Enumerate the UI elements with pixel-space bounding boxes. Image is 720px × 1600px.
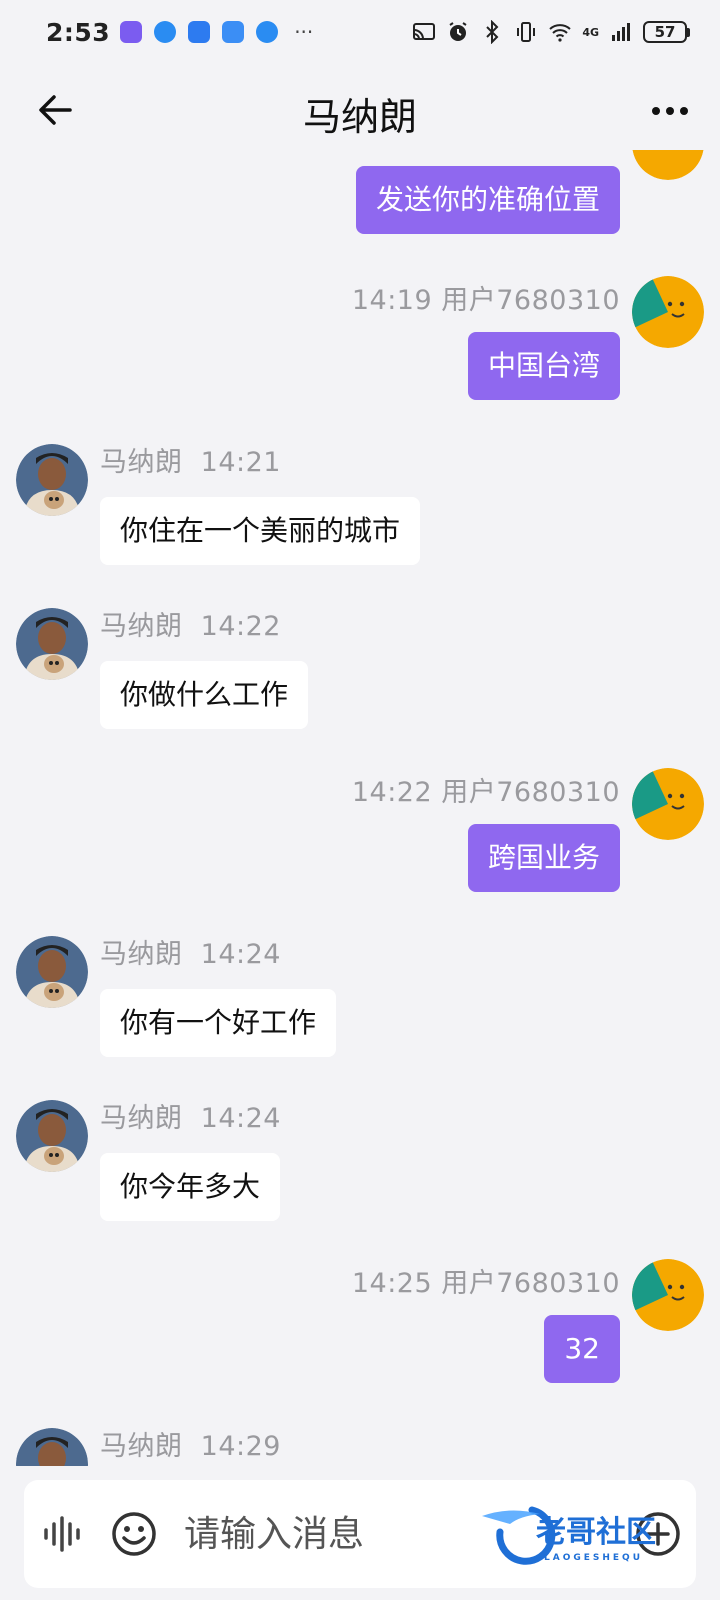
message-bubble[interactable]: 跨国业务 <box>467 824 620 892</box>
message-bubble[interactable]: 你做什么工作 <box>100 661 309 729</box>
message-bubble[interactable]: 你有一个好工作 <box>100 989 337 1057</box>
watermark-title: 老哥社区 <box>536 1515 656 1550</box>
message-time: 14:24 <box>200 939 281 970</box>
battery-level: 57 <box>643 21 687 43</box>
message-sender: 用户7680310 <box>441 285 620 316</box>
notification-icons: ··· <box>120 20 313 44</box>
alarm-icon <box>449 22 467 41</box>
message-meta: 马纳朗 14:22 <box>100 604 281 643</box>
watermark-logo: 老哥社区 LAOGESHEQU <box>482 1506 656 1565</box>
wifi-icon <box>549 24 571 42</box>
message-meta: 马纳朗 14:24 <box>100 1096 281 1135</box>
vibrate-icon <box>517 22 536 42</box>
video-notification-icon <box>188 21 211 43</box>
my-avatar[interactable] <box>632 1259 704 1331</box>
message-time: 14:22 <box>351 777 433 808</box>
signal-icon <box>612 23 630 41</box>
message-sender: 马纳朗 <box>100 611 183 642</box>
browser-notification-icon <box>154 21 177 43</box>
message-time: 14:21 <box>200 447 281 478</box>
contact-avatar[interactable] <box>16 1100 88 1172</box>
my-avatar[interactable] <box>632 150 704 180</box>
app-notification-icon <box>120 21 143 43</box>
my-avatar[interactable] <box>632 276 704 348</box>
message-sender: 马纳朗 <box>100 1103 183 1134</box>
bluetooth-icon <box>486 20 499 44</box>
status-time: 2:53 <box>46 17 111 47</box>
watermark-subtitle: LAOGESHEQU <box>544 1553 643 1563</box>
message-sender: 用户7680310 <box>441 777 620 808</box>
system-icons: 4G 57 <box>412 20 690 44</box>
message-meta: 14:25 用户7680310 <box>352 1261 620 1300</box>
browser-notification-icon <box>256 21 279 43</box>
my-avatar[interactable] <box>632 768 704 840</box>
battery-indicator: 57 <box>643 21 690 43</box>
message-time: 14:25 <box>351 1268 433 1299</box>
message-sender: 马纳朗 <box>100 1431 183 1462</box>
status-bar: 2:53 ··· 4G 57 <box>0 0 720 64</box>
more-icon[interactable] <box>650 104 690 118</box>
message-sender: 马纳朗 <box>100 939 183 970</box>
weather-notification-icon <box>222 21 245 43</box>
contact-avatar[interactable] <box>16 936 88 1008</box>
message-bubble[interactable]: 你今年多大 <box>100 1153 281 1221</box>
message-bubble[interactable]: 32 <box>544 1315 620 1383</box>
message-meta: 14:19 用户7680310 <box>352 278 620 317</box>
message-bubble[interactable]: 发送你的准确位置 <box>355 166 620 234</box>
voice-icon[interactable] <box>42 1514 82 1554</box>
message-sender: 用户7680310 <box>441 1268 620 1299</box>
contact-avatar[interactable] <box>16 608 88 680</box>
message-time: 14:29 <box>200 1431 281 1462</box>
chat-title: 马纳朗 <box>302 95 417 139</box>
message-bubble[interactable]: 你住在一个美丽的城市 <box>100 497 421 565</box>
message-meta: 马纳朗 14:21 <box>100 440 281 479</box>
contact-avatar[interactable] <box>16 444 88 516</box>
message-meta: 马纳朗 14:24 <box>100 932 281 971</box>
more-notifications-icon: ··· <box>294 20 314 44</box>
message-bubble[interactable]: 中国台湾 <box>467 332 620 400</box>
emoji-icon[interactable] <box>110 1510 158 1558</box>
network-type: 4G <box>582 25 599 39</box>
message-input-bar: 老哥社区 LAOGESHEQU <box>24 1480 696 1588</box>
message-sender: 马纳朗 <box>100 447 183 478</box>
cast-icon <box>413 23 436 40</box>
chat-header: 马纳朗 <box>0 64 720 154</box>
message-time: 14:24 <box>200 1103 281 1134</box>
battery-tip <box>687 27 690 37</box>
message-time: 14:19 <box>351 285 433 316</box>
message-meta: 马纳朗 14:29 <box>100 1424 281 1463</box>
message-meta: 14:22 用户7680310 <box>352 770 620 809</box>
message-time: 14:22 <box>200 611 281 642</box>
contact-avatar[interactable] <box>16 1428 88 1466</box>
message-list[interactable]: 发送你的准确位置 14:19 用户7680310 中国台湾 马纳朗 14:21 … <box>0 150 720 1466</box>
